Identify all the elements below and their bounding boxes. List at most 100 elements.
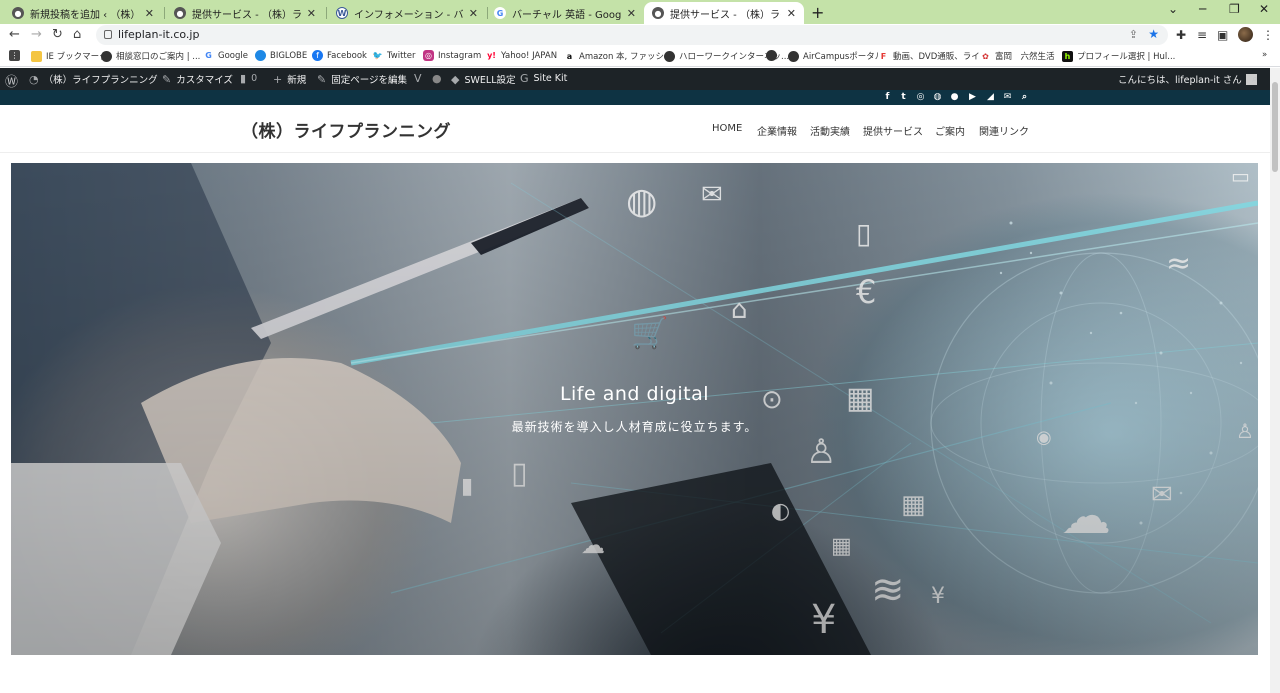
site-top-strip: f t ◎ ◍ ● ▶ ◢ ✉ ⌕ — [0, 90, 1270, 105]
admin-comments[interactable]: ▮ 0 — [240, 72, 257, 85]
admin-sitekit[interactable]: G Site Kit — [520, 72, 567, 85]
bookmark-label: 相談窓口のご案内 | ... — [116, 52, 201, 62]
chrome-menu-icon[interactable]: ⋮ — [1262, 28, 1274, 42]
browser-toolbar: ← → ↻ ⌂ lifeplan-it.co.jp ⇪ ★ ✚ ≡ ▣ ⋮ — [0, 24, 1280, 46]
nav-services[interactable]: 提供サービス — [863, 123, 923, 138]
facebook-icon: f — [312, 50, 323, 61]
bookmark-item[interactable]: 相談窓口のご案内 | ... — [101, 50, 200, 62]
yoast-icon: V — [414, 72, 422, 85]
nav-activities[interactable]: 活動実績 — [810, 123, 850, 138]
bookmark-item[interactable]: IE ブックマーク — [31, 50, 108, 62]
hulu-icon: h — [1062, 50, 1073, 62]
close-icon[interactable]: ✕ — [627, 7, 636, 20]
close-icon[interactable]: ✕ — [469, 7, 478, 20]
apps-icon[interactable]: ⋮ — [9, 50, 24, 61]
bookmark-item[interactable]: f Facebook — [312, 50, 367, 61]
reading-list-icon[interactable]: ≡ — [1197, 28, 1207, 42]
search-icon[interactable]: ⌕ — [1252, 72, 1263, 86]
bookmark-item[interactable]: y! Yahoo! JAPAN — [486, 50, 557, 61]
extensions-icon[interactable]: ✚ — [1176, 28, 1186, 42]
browser-tab[interactable]: W インフォメーション - バーチャル富岡ス ✕ — [328, 2, 486, 24]
bookmark-item[interactable]: BIGLOBE — [255, 50, 307, 61]
rss-icon[interactable]: ◢ — [985, 92, 996, 103]
admin-site-name-label: （株）ライフプランニング — [43, 75, 158, 86]
bookmark-item[interactable]: ◎ Instagram — [423, 50, 481, 61]
close-icon[interactable]: ✕ — [307, 7, 316, 20]
bookmark-item[interactable]: 🐦 Twitter — [372, 50, 416, 61]
admin-greeting: こんにちは、lifeplan-it さん — [1118, 75, 1242, 86]
admin-site-name[interactable]: ◔ （株）ライフプランニング — [29, 72, 158, 87]
facebook-icon[interactable]: f — [882, 92, 893, 103]
share-icon[interactable]: ⇪ — [1129, 28, 1138, 41]
close-icon[interactable]: ✕ — [787, 7, 796, 20]
bookmark-item[interactable]: F 動画、DVD通販、ライ... — [878, 50, 988, 62]
bookmark-item[interactable]: h プロフィール選択 | Hul... — [1062, 50, 1175, 62]
admin-yoast[interactable]: V — [414, 72, 427, 85]
admin-account[interactable]: こんにちは、lifeplan-it さん — [1118, 72, 1257, 86]
browser-tab[interactable]: ● 新規投稿を追加 ‹ （株）ライフプラ ✕ — [4, 2, 162, 24]
hero-subtitle: 最新技術を導入し人材育成に役立ちます。 — [511, 420, 758, 434]
bookmarks-overflow-icon[interactable]: » — [1262, 50, 1267, 60]
instagram-icon[interactable]: ◎ — [915, 92, 926, 103]
search-icon[interactable]: ⌕ — [1019, 92, 1030, 103]
new-tab-button[interactable]: + — [811, 3, 824, 22]
dashboard-icon: ◔ — [29, 72, 39, 86]
bookmark-star-icon[interactable]: ★ — [1148, 27, 1159, 41]
back-icon[interactable]: ← — [9, 27, 20, 42]
bookmark-label: Facebook — [327, 50, 367, 61]
mail-icon[interactable]: ✉ — [1002, 92, 1013, 103]
browser-tab[interactable]: ● 提供サービス - （株）ライフプランニン ✕ — [166, 2, 324, 24]
nav-home[interactable]: HOME — [712, 123, 742, 134]
window-close-icon[interactable]: ✕ — [1259, 2, 1269, 16]
tab-title: 新規投稿を追加 ‹ （株）ライフプラ — [30, 9, 139, 21]
browser-tab[interactable]: G バーチャル 英語 - Google 検索 ✕ — [486, 2, 644, 24]
side-panel-icon[interactable]: ▣ — [1217, 28, 1228, 42]
status-dot-icon: ● — [432, 72, 442, 85]
tab-title: 提供サービス - （株）ライフプランニン — [192, 9, 301, 21]
admin-new[interactable]: + 新規 — [273, 72, 307, 87]
site-logo[interactable]: （株）ライフプランニング — [241, 117, 451, 142]
bookmark-label: AirCampusポータル — [803, 52, 884, 62]
admin-edit-page[interactable]: ✎ 固定ページを編集 — [317, 72, 407, 87]
pencil-icon: ✎ — [317, 72, 327, 86]
home-icon[interactable]: ⌂ — [73, 27, 81, 42]
minimize-icon[interactable]: ─ — [1199, 2, 1206, 16]
twitter-icon[interactable]: t — [898, 92, 909, 103]
admin-customize-label: カスタマイズ — [176, 75, 233, 86]
close-icon[interactable]: ✕ — [145, 7, 154, 20]
globe-icon — [788, 50, 799, 62]
bookmark-item[interactable]: G Google — [203, 50, 248, 61]
restore-icon[interactable]: ❐ — [1229, 2, 1240, 16]
bookmark-item[interactable]: a Amazon 本, ファッシ... — [564, 50, 672, 62]
admin-swell[interactable]: ◆ SWELL設定 — [451, 72, 515, 87]
nav-related-links[interactable]: 関連リンク — [979, 123, 1029, 138]
reload-icon[interactable]: ↻ — [52, 27, 63, 42]
profile-avatar[interactable] — [1238, 27, 1253, 42]
wp-globe-icon: ● — [652, 7, 664, 19]
bookmark-item[interactable]: ✿ 富岡 六然生活 — [980, 50, 1055, 62]
nav-guide[interactable]: ご案内 — [935, 123, 965, 138]
scrollbar-thumb[interactable] — [1272, 82, 1278, 172]
url-text[interactable]: lifeplan-it.co.jp — [118, 28, 199, 41]
hero-banner: ◍ ✉ 🛒 ⌂ ▯ € ▦ ⊙ ♙ ≈ ☁ ✉ ♙ ◉ ≋ ¥ ¥ ☁ ▯ ▮ … — [11, 163, 1258, 655]
globe-icon — [101, 50, 112, 62]
line-icon[interactable]: ◍ — [932, 92, 943, 103]
youtube-icon[interactable]: ▶ — [967, 92, 978, 103]
tab-title: 提供サービス - （株）ライフプランニン — [670, 9, 781, 21]
fanza-icon: F — [878, 50, 889, 62]
admin-customize[interactable]: ✎ カスタマイズ — [162, 72, 233, 87]
nav-company[interactable]: 企業情報 — [757, 123, 797, 138]
lock-icon[interactable] — [104, 30, 112, 39]
bookmark-item[interactable]: AirCampusポータル — [788, 50, 883, 62]
tab-search-icon[interactable]: ⌄ — [1168, 2, 1178, 16]
address-bar[interactable]: lifeplan-it.co.jp ⇪ ★ — [96, 25, 1168, 45]
bookmark-item[interactable] — [766, 50, 781, 61]
forward-icon[interactable]: → — [31, 27, 42, 42]
admin-new-label: 新規 — [287, 75, 307, 86]
github-icon[interactable]: ● — [949, 92, 960, 103]
wordpress-icon[interactable]: Ⓦ — [5, 71, 23, 90]
bookmark-label: 富岡 六然生活 — [995, 52, 1055, 62]
browser-tab-active[interactable]: ● 提供サービス - （株）ライフプランニン ✕ — [644, 2, 804, 24]
admin-seo-status[interactable]: ● — [432, 72, 447, 85]
bookmark-label: 動画、DVD通販、ライ... — [893, 52, 988, 62]
